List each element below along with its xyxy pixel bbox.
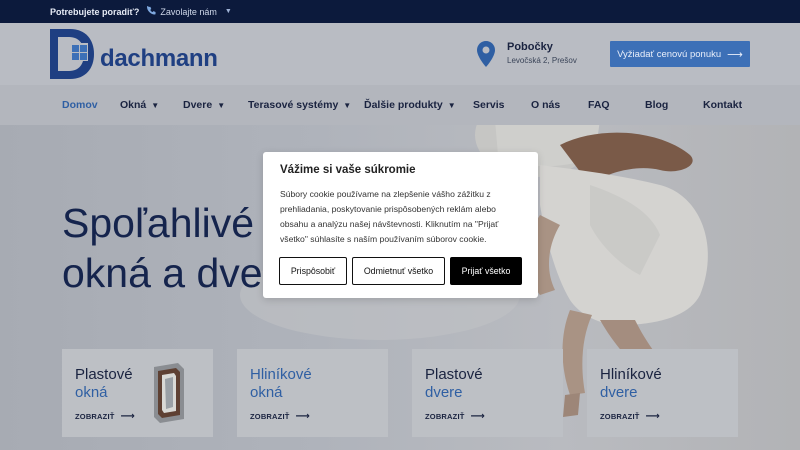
nav-label: O nás [531, 99, 561, 111]
product-card-hlinikove-dvere[interactable]: Hliníkové dvere ZOBRAZIŤ ⟶ [587, 349, 738, 437]
card-title-line-1: Hliníkové [600, 366, 662, 383]
nav-item-servis[interactable]: Servis [473, 99, 505, 111]
help-question: Potrebujete poradiť? [50, 6, 140, 17]
top-bar: Potrebujete poradiť? Zavolajte nám ▼ [0, 0, 800, 23]
card-title-line-2: dvere [425, 384, 463, 401]
cookie-title: Vážime si vaše súkromie [280, 164, 416, 176]
main-navigation: Domov Okná ▼ Dvere ▼ Terasové systémy ▼ … [0, 85, 800, 125]
branches-title: Pobočky [507, 41, 553, 53]
nav-label: Domov [62, 99, 98, 111]
nav-label: Terasové systémy [248, 99, 339, 111]
arrow-right-icon: ⟶ [470, 411, 486, 422]
show-label: ZOBRAZIŤ [250, 412, 290, 421]
show-label: ZOBRAZIŤ [75, 412, 115, 421]
caret-down-icon: ▼ [217, 100, 226, 110]
card-title-line-2: okná [75, 384, 108, 401]
branch-address: Levočská 2, Prešov [507, 56, 577, 65]
nav-item-terasove-systemy[interactable]: Terasové systémy ▼ [248, 99, 351, 111]
caret-down-icon: ▼ [343, 100, 352, 110]
arrow-right-icon: ⟶ [727, 48, 743, 61]
product-card-hlinikove-okna[interactable]: Hliníkové okná ZOBRAZIŤ ⟶ [237, 349, 388, 437]
nav-item-dvere[interactable]: Dvere ▼ [183, 99, 225, 111]
accept-all-button[interactable]: Prijať všetko [450, 257, 522, 285]
nav-label: Kontakt [703, 99, 743, 111]
show-link[interactable]: ZOBRAZIŤ ⟶ [75, 411, 135, 422]
cookie-description: Súbory cookie používame na zlepšenie váš… [280, 189, 499, 244]
cookie-consent-dialog: Vážime si vaše súkromie Súbory cookie po… [263, 152, 538, 298]
logo-text: dachmann [100, 45, 218, 72]
card-title-line-1: Plastové [425, 366, 483, 383]
nav-item-dalsie-produkty[interactable]: Ďalšie produkty ▼ [364, 99, 456, 111]
customize-button[interactable]: Prispôsobiť [279, 257, 347, 285]
hero-title: Spoľahlivé okná a dve [62, 198, 263, 298]
nav-label: FAQ [588, 99, 610, 111]
nav-item-o-nas[interactable]: O nás [531, 99, 560, 111]
nav-item-domov[interactable]: Domov [62, 99, 98, 111]
nav-item-faq[interactable]: FAQ [588, 99, 610, 111]
logo[interactable]: dachmann [50, 29, 218, 79]
phone-icon [147, 6, 156, 17]
show-link[interactable]: ZOBRAZIŤ ⟶ [250, 411, 310, 422]
request-quote-button[interactable]: Vyžiadať cenovú ponuku ⟶ [610, 41, 750, 67]
site-header: dachmann Pobočky Levočská 2, Prešov Vyži… [0, 23, 800, 85]
window-profile-icon [154, 363, 184, 423]
hero-title-line-1: Spoľahlivé [62, 200, 255, 246]
product-card-plastove-dvere[interactable]: Plastové dvere ZOBRAZIŤ ⟶ [412, 349, 563, 437]
nav-label: Dvere [183, 99, 213, 111]
nav-label: Ďalšie produkty [364, 99, 443, 111]
product-card-plastove-okna[interactable]: Plastové okná ZOBRAZIŤ ⟶ [62, 349, 213, 437]
arrow-right-icon: ⟶ [295, 411, 311, 422]
card-title-line-1: Hliníkové [250, 366, 312, 383]
reject-all-button[interactable]: Odmietnuť všetko [352, 257, 445, 285]
caret-down-icon: ▼ [224, 8, 232, 15]
card-title-line-2: dvere [600, 384, 638, 401]
branches-link[interactable]: Pobočky Levočská 2, Prešov [477, 41, 577, 67]
nav-item-kontakt[interactable]: Kontakt [703, 99, 742, 111]
cookie-buttons: Prispôsobiť Odmietnuť všetko Prijať všet… [279, 257, 522, 285]
card-title-line-1: Plastové [75, 366, 133, 383]
show-link[interactable]: ZOBRAZIŤ ⟶ [425, 411, 485, 422]
arrow-right-icon: ⟶ [120, 411, 136, 422]
nav-item-blog[interactable]: Blog [645, 99, 668, 111]
request-quote-label: Vyžiadať cenovú ponuku [617, 48, 722, 60]
caret-down-icon: ▼ [447, 100, 456, 110]
call-us-label: Zavolajte nám [160, 6, 217, 17]
nav-label: Blog [645, 99, 669, 111]
show-link[interactable]: ZOBRAZIŤ ⟶ [600, 411, 660, 422]
show-label: ZOBRAZIŤ [425, 412, 465, 421]
arrow-right-icon: ⟶ [645, 411, 661, 422]
nav-item-okna[interactable]: Okná ▼ [120, 99, 159, 111]
caret-down-icon: ▼ [151, 100, 160, 110]
logo-mark-icon [50, 29, 94, 79]
card-title-line-2: okná [250, 384, 283, 401]
nav-label: Okná [120, 99, 147, 111]
show-label: ZOBRAZIŤ [600, 412, 640, 421]
hero-title-line-2: okná a dve [62, 250, 263, 296]
map-pin-icon [477, 41, 495, 67]
nav-label: Servis [473, 99, 505, 111]
call-us-dropdown[interactable]: Zavolajte nám ▼ [147, 6, 232, 17]
